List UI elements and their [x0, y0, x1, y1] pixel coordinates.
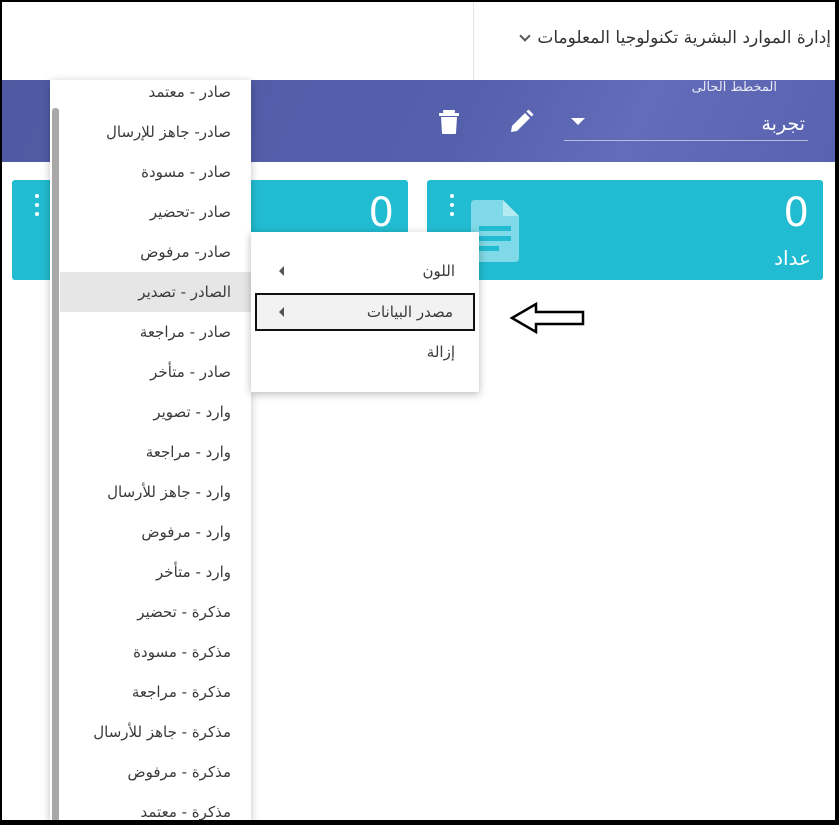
list-item[interactable]: مذكرة - جاهز للأرسال [60, 712, 251, 752]
list-item[interactable]: صادر - معتمد [60, 80, 251, 112]
app-frame: إدارة الموارد البشرية تكنولوجيا المعلوما… [2, 2, 835, 820]
menu-item-label: إزالة [426, 343, 455, 361]
scrollbar[interactable] [52, 108, 59, 820]
department-selector[interactable]: إدارة الموارد البشرية تكنولوجيا المعلوما… [519, 28, 831, 48]
list-item[interactable]: مذكرة - مراجعة [60, 672, 251, 712]
trash-icon [439, 110, 459, 134]
top-bar: إدارة الموارد البشرية تكنولوجيا المعلوما… [2, 2, 835, 82]
menu-item-label: اللون [422, 262, 455, 280]
data-source-list: صادر - معتمد صادر- جاهز للإرسال صادر - مسو… [50, 80, 251, 820]
counter-value: 0 [368, 190, 394, 236]
menu-item-remove[interactable]: إزالة [255, 333, 475, 371]
list-item[interactable]: وارد - متأخر [60, 552, 251, 592]
plan-select-value[interactable]: تجربة [761, 113, 805, 135]
arrow-left-icon [279, 307, 284, 317]
more-vert-icon[interactable] [449, 194, 455, 216]
list-item[interactable]: صادر -تحضير [60, 192, 251, 232]
menu-item-label: مصدر البيانات [366, 303, 453, 321]
arrow-left-icon [279, 266, 284, 276]
topbar-divider [473, 2, 474, 82]
list-item[interactable]: مذكرة - مرفوض [60, 752, 251, 792]
menu-item-data-source[interactable]: مصدر البيانات [255, 293, 475, 331]
chevron-down-icon [519, 30, 532, 42]
counter-label: عداد [774, 246, 811, 270]
list-item[interactable]: صادر- جاهز للإرسال [60, 112, 251, 152]
more-vert-icon[interactable] [34, 194, 40, 216]
list-item[interactable]: صادر - مسودة [60, 152, 251, 192]
counter-card[interactable]: 0 عداد [427, 180, 823, 280]
edit-button[interactable] [507, 108, 535, 136]
department-label: إدارة الموارد البشرية تكنولوجيا المعلوما… [537, 28, 831, 48]
menu-item-color[interactable]: اللون [255, 252, 475, 290]
list-item[interactable]: وارد - جاهز للأرسال [60, 472, 251, 512]
list-item[interactable]: وارد - تصوير [60, 392, 251, 432]
list-item[interactable]: صادر - متأخر [60, 352, 251, 392]
plan-select-underline [564, 140, 808, 141]
list-item[interactable]: مذكرة - معتمد [60, 792, 251, 820]
list-item[interactable]: الصادر - تصدير [60, 272, 251, 312]
counter-value: 0 [783, 190, 809, 236]
list-item[interactable]: وارد - مرفوض [60, 512, 251, 552]
list-item[interactable]: مذكرة - مسودة [60, 632, 251, 672]
delete-button[interactable] [435, 108, 463, 136]
context-menu: اللون مصدر البيانات إزالة [251, 232, 479, 392]
list-item[interactable]: صادر- مرفوض [60, 232, 251, 272]
caret-down-icon[interactable] [571, 118, 585, 125]
list-item[interactable]: صادر - مراجعة [60, 312, 251, 352]
list-item[interactable]: وارد - مراجعة [60, 432, 251, 472]
arrow-left-icon [509, 301, 585, 335]
pencil-icon [511, 109, 534, 132]
plan-title: المخطط الحالى [691, 80, 777, 95]
list-item[interactable]: مذكرة - تحضير [60, 592, 251, 632]
